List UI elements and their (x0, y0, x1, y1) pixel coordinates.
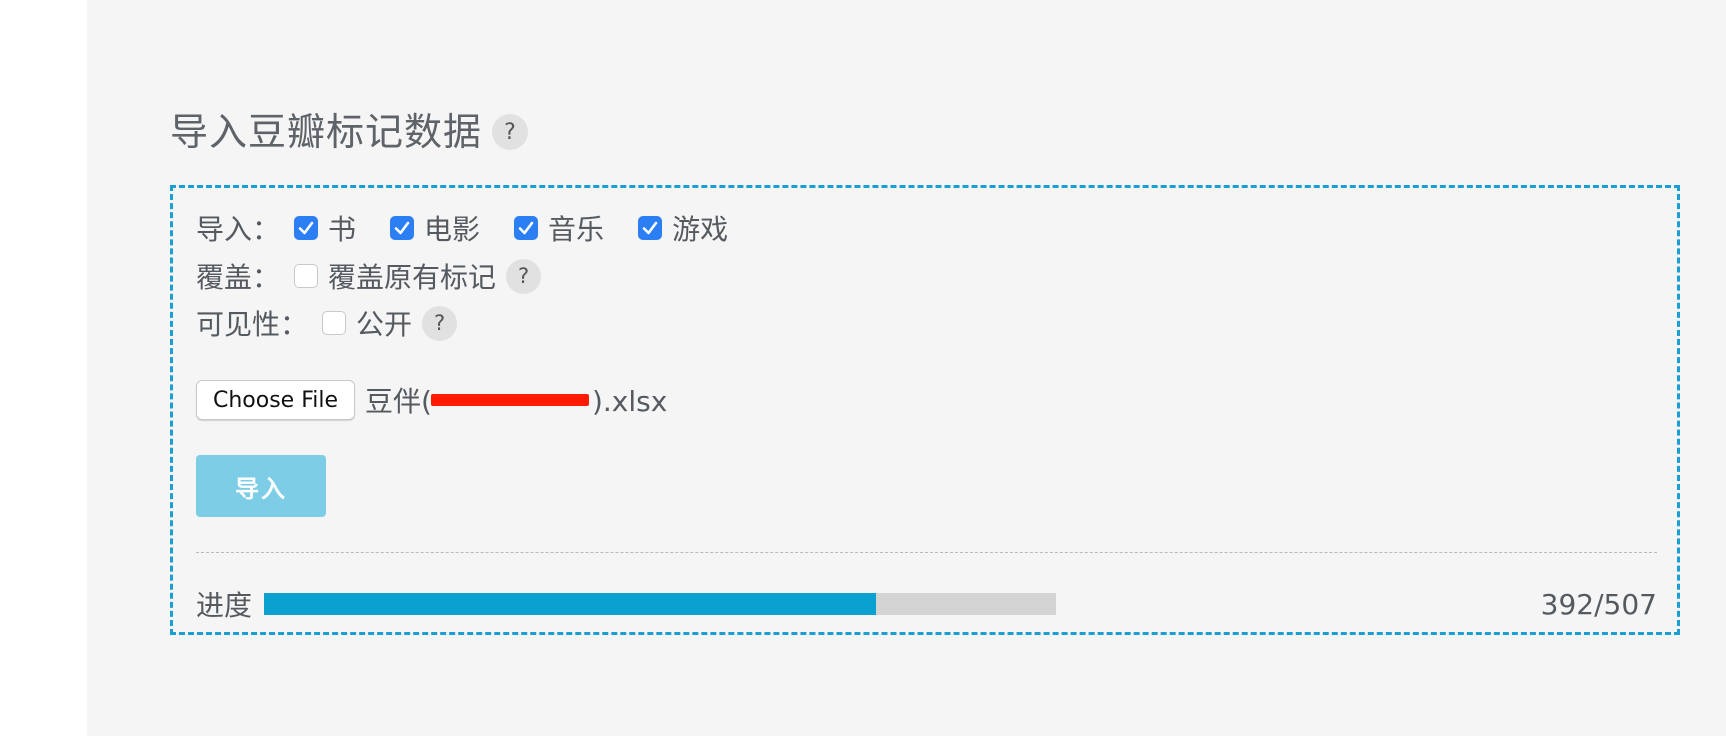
selected-file-name: 豆伴( ).xlsx (365, 380, 667, 420)
visibility-option[interactable]: 公开 (322, 303, 412, 343)
category-label: 电影 (424, 213, 481, 246)
help-icon[interactable]: ? (492, 114, 529, 150)
checkbox-book[interactable] (294, 216, 319, 240)
overwrite-row: 覆盖： 覆盖原有标记 ? (196, 256, 542, 296)
checkbox-movie[interactable] (390, 216, 415, 240)
divider (196, 552, 1657, 553)
overwrite-option-label: 覆盖原有标记 (328, 261, 497, 294)
category-label: 书 (328, 213, 357, 246)
category-book[interactable]: 书 (294, 208, 356, 248)
visibility-checkbox[interactable] (322, 311, 347, 335)
category-label: 游戏 (672, 213, 729, 246)
import-label: 导入： (196, 213, 281, 246)
progress-count: 392/507 (1540, 587, 1657, 621)
visibility-row: 可见性： 公开 ? (196, 303, 458, 343)
redaction-mark (431, 394, 590, 406)
visibility-option-label: 公开 (356, 308, 413, 341)
progress-section: 进度 392/507 (196, 583, 1657, 625)
import-button[interactable]: 导入 (196, 455, 326, 517)
category-label: 音乐 (548, 213, 605, 246)
section-header: 导入豆瓣标记数据 ? (170, 104, 529, 160)
file-picker: Choose File 豆伴( ).xlsx (196, 380, 667, 420)
progress-bar-fill (264, 593, 877, 615)
page-title: 导入豆瓣标记数据 (170, 110, 483, 154)
category-movie[interactable]: 电影 (390, 208, 480, 248)
import-form: 导入： 书 电影 音乐 游戏 覆盖： 覆盖原有标记 ? 可见性： 公开 ? Ch… (170, 185, 1680, 635)
category-music[interactable]: 音乐 (514, 208, 604, 248)
help-icon[interactable]: ? (506, 258, 542, 294)
overwrite-checkbox[interactable] (294, 264, 319, 288)
file-name-suffix: ).xlsx (591, 385, 668, 418)
overwrite-option[interactable]: 覆盖原有标记 (294, 256, 496, 296)
visibility-label: 可见性： (196, 308, 309, 341)
progress-label: 进度 (196, 589, 253, 622)
progress-bar (264, 593, 1057, 615)
choose-file-button[interactable]: Choose File (196, 380, 356, 420)
category-game[interactable]: 游戏 (638, 208, 728, 248)
help-icon[interactable]: ? (422, 305, 458, 341)
overwrite-label: 覆盖： (196, 261, 281, 294)
file-name-prefix: 豆伴( (365, 385, 432, 418)
checkbox-game[interactable] (638, 216, 663, 240)
left-margin (0, 0, 87, 736)
checkbox-music[interactable] (514, 216, 539, 240)
import-types-row: 导入： 书 电影 音乐 游戏 (196, 208, 728, 248)
